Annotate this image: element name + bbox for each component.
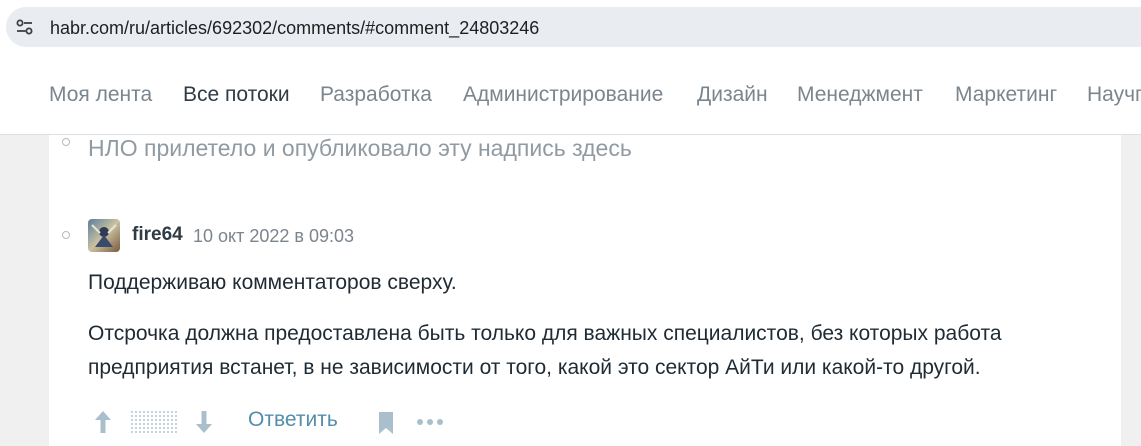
arrow-up-icon[interactable] — [93, 409, 113, 435]
comment-paragraph: Отсрочка должна предоставлена быть тольк… — [88, 322, 1002, 379]
nav-item-popsci[interactable]: Научпоп — [1087, 83, 1141, 107]
avatar[interactable] — [88, 219, 120, 252]
nav-item-management[interactable]: Менеджмент — [797, 83, 923, 107]
comment-paragraph: Поддерживаю комментаторов сверху. — [88, 271, 457, 294]
thread-dot-icon — [62, 231, 70, 239]
nav-item-development[interactable]: Разработка — [320, 83, 432, 107]
nav-item-administration[interactable]: Администрирование — [463, 83, 663, 107]
comment-actions: Ответить — [49, 403, 1121, 443]
nav-item-marketing[interactable]: Маркетинг — [955, 83, 1057, 107]
comment-timestamp[interactable]: 10 окт 2022 в 09:03 — [193, 225, 354, 247]
comment-author[interactable]: fire64 — [132, 224, 183, 246]
nav-item-my-feed[interactable]: Моя лента — [49, 83, 152, 107]
nav-item-all-flows[interactable]: Все потоки — [183, 83, 290, 107]
score-placeholder-icon — [131, 411, 177, 433]
reply-button[interactable]: Ответить — [248, 407, 338, 433]
deleted-comment-text: НЛО прилетело и опубликовало эту надпись… — [88, 135, 632, 161]
tune-icon[interactable] — [16, 19, 34, 35]
url-text[interactable]: habr.com/ru/articles/692302/comments/#co… — [50, 17, 539, 39]
thread-dot-icon — [62, 138, 70, 146]
browser-address-bar: habr.com/ru/articles/692302/comments/#co… — [0, 0, 1141, 56]
habr-flows-nav: Моя лента Все потоки Разработка Админист… — [0, 56, 1141, 135]
bookmark-icon[interactable] — [377, 411, 395, 435]
comments-card: НЛО прилетело и опубликовало эту надпись… — [49, 135, 1121, 446]
more-dots-icon[interactable] — [416, 417, 444, 427]
arrow-down-icon[interactable] — [194, 409, 214, 435]
url-field[interactable]: habr.com/ru/articles/692302/comments/#co… — [6, 7, 1141, 47]
nav-item-design[interactable]: Дизайн — [697, 83, 768, 107]
